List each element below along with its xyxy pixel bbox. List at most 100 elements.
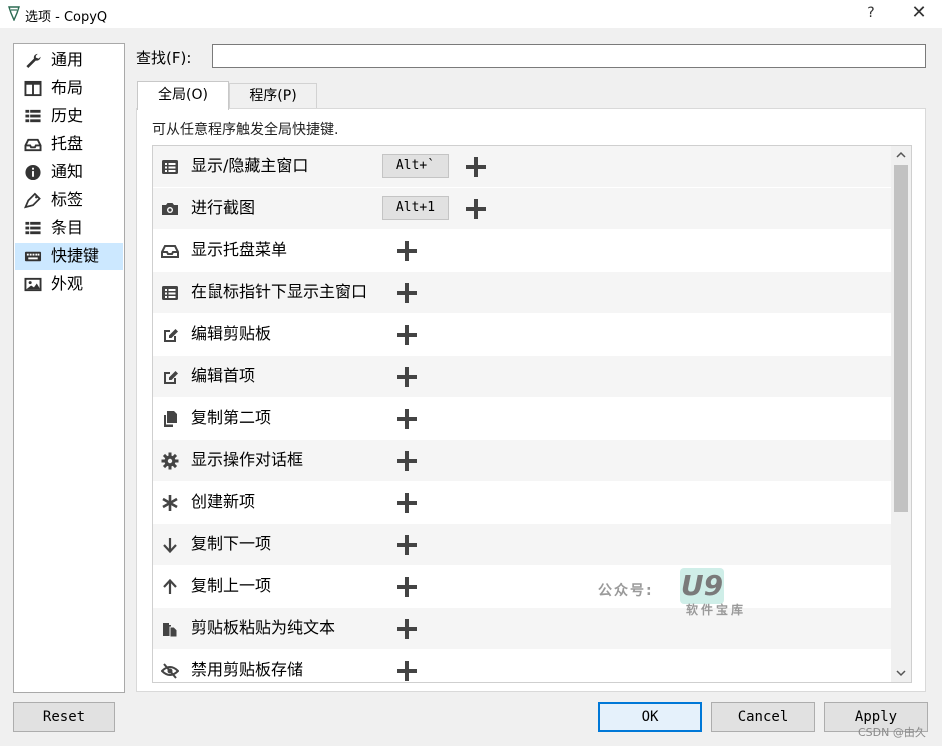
reset-button[interactable]: Reset <box>13 702 115 732</box>
list-alt-icon <box>162 286 178 300</box>
search-input[interactable] <box>212 44 926 68</box>
sidebar-item-label: 快捷键 <box>51 246 100 265</box>
shortcut-label: 编辑剪贴板 <box>191 324 272 343</box>
shortcut-label: 复制上一项 <box>191 576 272 595</box>
shortcut-label: 显示操作对话框 <box>191 450 304 469</box>
keyboard-icon <box>24 251 42 262</box>
add-shortcut-icon[interactable] <box>464 155 488 179</box>
tag-icon <box>24 192 41 209</box>
shortcut-row-copy-second-item: 复制第二项 <box>153 398 891 439</box>
sidebar-item-label: 历史 <box>51 106 84 125</box>
arrow-down-icon <box>163 538 177 554</box>
add-shortcut-icon[interactable] <box>395 239 419 263</box>
source-watermark: CSDN @由久 <box>858 726 926 739</box>
tab-application[interactable]: 程序(P) <box>229 83 317 108</box>
sidebar-item-label: 托盘 <box>51 134 84 153</box>
help-button[interactable]: ? <box>858 3 884 23</box>
camera-icon <box>162 203 178 215</box>
sidebar-item-general[interactable]: 通用 <box>15 47 123 74</box>
add-shortcut-icon[interactable] <box>395 449 419 473</box>
shortcut-row-show-under-cursor: 在鼠标指针下显示主窗口 <box>153 272 891 313</box>
shortcut-key-button[interactable]: Alt+` <box>382 154 449 178</box>
columns-icon <box>24 80 42 97</box>
shortcut-label: 禁用剪贴板存储 <box>191 660 304 679</box>
watermark-prefix: 公众号: <box>598 583 654 599</box>
add-shortcut-icon[interactable] <box>395 281 419 305</box>
add-shortcut-icon[interactable] <box>395 617 419 641</box>
shortcut-row-tray-menu: 显示托盘菜单 <box>153 230 891 271</box>
sidebar-item-label: 布局 <box>51 78 84 97</box>
add-shortcut-icon[interactable] <box>395 491 419 515</box>
watermark-logo: U9 <box>680 568 724 604</box>
inbox-icon <box>24 138 42 152</box>
add-shortcut-icon[interactable] <box>395 659 419 682</box>
shortcut-row-copy-previous: 复制上一项 <box>153 566 891 607</box>
cog-icon <box>161 452 179 470</box>
copy-icon <box>164 411 177 427</box>
shortcut-list: 显示/隐藏主窗口 Alt+` 进行截图 Alt+1 显示托盘菜单 在鼠标指针下显 <box>152 145 912 683</box>
image-icon <box>24 277 42 292</box>
sidebar-item-tray[interactable]: 托盘 <box>15 131 123 158</box>
add-shortcut-icon[interactable] <box>464 197 488 221</box>
list-icon <box>25 109 41 123</box>
vertical-scrollbar[interactable] <box>891 146 911 682</box>
paste-icon <box>163 623 178 638</box>
close-button[interactable]: ✕ <box>903 2 935 24</box>
add-shortcut-icon[interactable] <box>395 407 419 431</box>
shortcut-label: 复制第二项 <box>191 408 272 427</box>
add-shortcut-icon[interactable] <box>395 323 419 347</box>
inbox-icon <box>161 245 179 258</box>
sidebar-item-label: 标签 <box>51 190 84 209</box>
shortcut-row-edit-first-item: 编辑首项 <box>153 356 891 397</box>
cancel-button[interactable]: Cancel <box>711 702 815 732</box>
shortcut-label: 复制下一项 <box>191 534 272 553</box>
scrollbar-thumb[interactable] <box>894 165 908 512</box>
shortcut-row-create-item: 创建新项 <box>153 482 891 523</box>
shortcut-row-screenshot: 进行截图 Alt+1 <box>153 188 891 229</box>
sidebar-item-layout[interactable]: 布局 <box>15 75 123 102</box>
ok-button[interactable]: OK <box>598 702 702 732</box>
title-bar: 选项 - CopyQ ? ✕ <box>0 0 942 28</box>
list-icon <box>25 221 41 235</box>
arrow-up-icon <box>163 578 177 594</box>
add-shortcut-icon[interactable] <box>395 575 419 599</box>
edit-icon <box>164 329 178 342</box>
scroll-up-icon[interactable] <box>891 146 911 164</box>
shortcut-label: 编辑首项 <box>191 366 256 385</box>
scroll-down-icon[interactable] <box>891 664 911 682</box>
settings-sidebar: 通用 布局 历史 托盘 通知 标签 条目 快捷键 外观 <box>13 43 125 693</box>
sidebar-item-notification[interactable]: 通知 <box>15 159 123 186</box>
tab-panel: 可从任意程序触发全局快捷键. 显示/隐藏主窗口 Alt+` 进行截图 Alt+1… <box>136 108 926 692</box>
shortcut-row-action-dialog: 显示操作对话框 <box>153 440 891 481</box>
shortcut-label: 在鼠标指针下显示主窗口 <box>191 282 368 301</box>
shortcut-key-button[interactable]: Alt+1 <box>382 196 449 220</box>
add-shortcut-icon[interactable] <box>395 365 419 389</box>
wrench-icon <box>26 53 41 69</box>
info-icon <box>25 164 41 181</box>
sidebar-item-items[interactable]: 条目 <box>15 215 123 242</box>
edit-icon <box>164 371 178 384</box>
copyq-logo-icon <box>8 6 20 21</box>
watermark: 公众号: U9 软件宝库 <box>598 568 758 620</box>
sidebar-item-label: 外观 <box>51 274 84 293</box>
sidebar-item-label: 条目 <box>51 218 84 237</box>
sidebar-item-shortcuts[interactable]: 快捷键 <box>15 243 123 270</box>
shortcut-row-edit-clipboard: 编辑剪贴板 <box>153 314 891 355</box>
sidebar-item-tabs[interactable]: 标签 <box>15 187 123 214</box>
panel-description: 可从任意程序触发全局快捷键. <box>152 122 339 138</box>
list-alt-icon <box>162 160 178 174</box>
shortcut-row-disable-storage: 禁用剪贴板存储 <box>153 650 891 682</box>
tab-global[interactable]: 全局(O) <box>137 81 229 110</box>
sidebar-item-label: 通知 <box>51 162 84 181</box>
sidebar-item-history[interactable]: 历史 <box>15 103 123 130</box>
watermark-subtitle: 软件宝库 <box>686 603 747 617</box>
shortcut-label: 显示/隐藏主窗口 <box>191 156 309 175</box>
shortcut-label: 显示托盘菜单 <box>191 240 288 259</box>
shortcut-row-paste-plain-text: 剪贴板粘贴为纯文本 <box>153 608 891 649</box>
shortcut-label: 进行截图 <box>191 198 256 217</box>
window-title: 选项 - CopyQ <box>25 10 108 25</box>
add-shortcut-icon[interactable] <box>395 533 419 557</box>
shortcut-row-toggle-main-window: 显示/隐藏主窗口 Alt+` <box>153 146 891 187</box>
asterisk-icon <box>162 495 178 511</box>
sidebar-item-appearance[interactable]: 外观 <box>15 271 123 298</box>
